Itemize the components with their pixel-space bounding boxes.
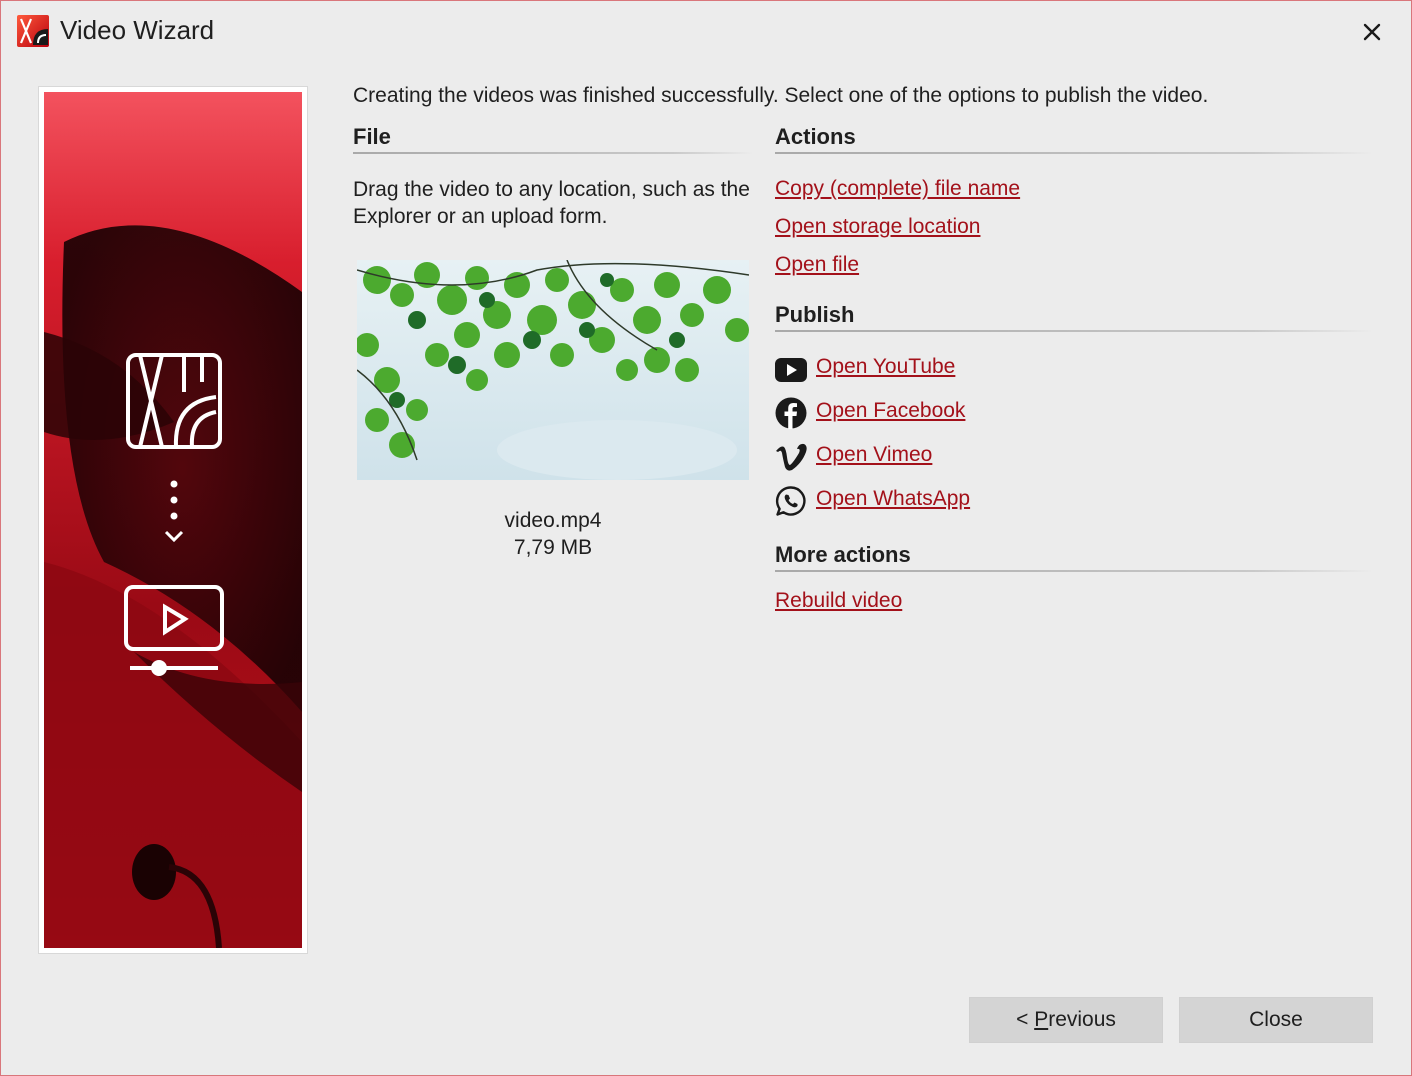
rebuild-video-link[interactable]: Rebuild video [775, 589, 902, 613]
previous-button-rest: revious [1048, 1008, 1116, 1031]
actions-divider [775, 152, 1373, 154]
open-youtube-link[interactable]: Open YouTube [816, 355, 955, 379]
open-storage-location-link[interactable]: Open storage location [775, 215, 980, 239]
file-heading: File [353, 124, 391, 149]
file-description: Drag the video to any location, such as … [353, 178, 750, 228]
close-icon[interactable] [1357, 17, 1387, 47]
open-file-link[interactable]: Open file [775, 253, 859, 277]
open-vimeo-link[interactable]: Open Vimeo [816, 443, 932, 467]
previous-button[interactable]: < Previous [969, 997, 1163, 1043]
previous-button-mnemonic: P [1034, 1008, 1049, 1031]
file-divider [353, 152, 753, 154]
publish-heading: Publish [775, 302, 855, 327]
video-wizard-window: Video Wizard Creating the videos was fin… [0, 0, 1412, 1076]
open-facebook-link[interactable]: Open Facebook [816, 399, 965, 423]
copy-file-name-link[interactable]: Copy (complete) file name [775, 177, 1020, 201]
whatsapp-icon[interactable] [775, 485, 807, 517]
more-actions-divider [775, 570, 1373, 572]
vimeo-icon[interactable] [775, 441, 807, 473]
previous-button-prefix: < [1016, 1008, 1035, 1031]
youtube-icon[interactable] [775, 354, 807, 386]
open-whatsapp-link[interactable]: Open WhatsApp [816, 487, 970, 511]
intro-message: Creating the videos was finished success… [353, 84, 1209, 107]
close-button[interactable]: Close [1179, 997, 1373, 1043]
side-banner-frame [38, 86, 308, 954]
title-bar: Video Wizard [1, 1, 1411, 63]
more-actions-heading: More actions [775, 542, 911, 567]
file-name-label: video.mp4 [504, 509, 602, 532]
side-banner-image [44, 92, 302, 948]
green-leaves-sky-thumbnail[interactable] [357, 260, 749, 480]
facebook-icon[interactable] [775, 397, 807, 429]
publish-divider [775, 330, 1373, 332]
window-title: Video Wizard [60, 15, 215, 45]
file-size-label: 7,79 MB [513, 536, 593, 559]
actions-heading: Actions [775, 124, 856, 149]
app-logo-icon [17, 15, 49, 47]
